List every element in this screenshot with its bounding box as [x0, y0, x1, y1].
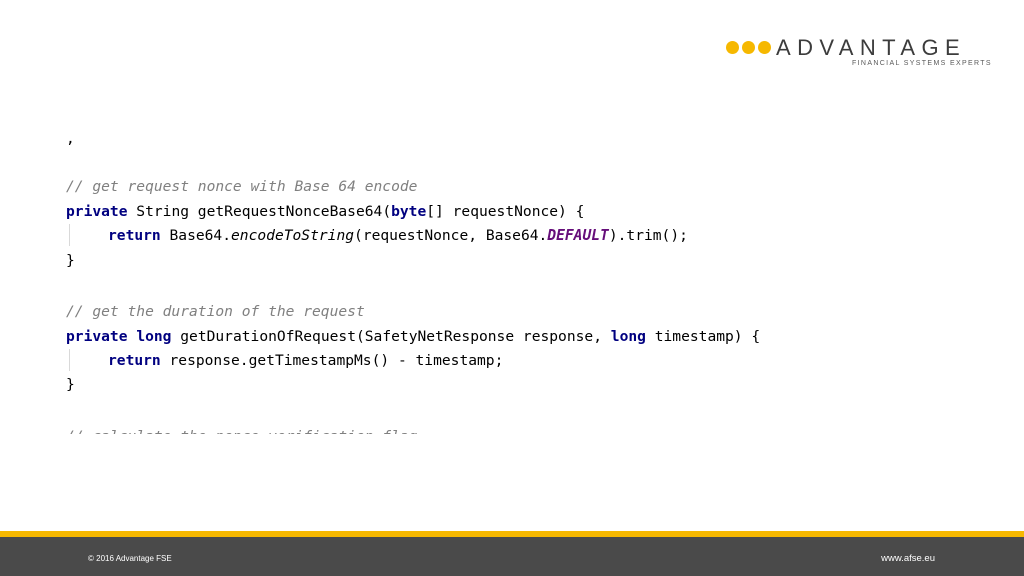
code-text: ).trim(); [608, 227, 688, 244]
indent-guide [69, 349, 70, 371]
code-comment: // calculate the nonce verification flag [66, 426, 417, 434]
code-text: Base64. [160, 227, 232, 244]
code-comment: // get the duration of the request [66, 303, 365, 320]
company-logo: ADVANTAGE FINANCIAL SYSTEMS EXPERTS [726, 35, 992, 70]
keyword: long [610, 328, 646, 345]
static-method-call: encodeToString [231, 227, 355, 244]
code-method-signature: private String getRequestNonceBase64(byt… [66, 201, 584, 223]
code-text: response.getTimestampMs() - timestamp; [160, 352, 504, 369]
code-text: [] requestNonce) { [426, 203, 585, 220]
logo-dot [758, 41, 771, 54]
logo-dot [726, 41, 739, 54]
logo-dots-icon [726, 41, 771, 55]
keyword: long [136, 328, 172, 345]
indent-guide [69, 224, 70, 246]
footer-copyright: © 2016 Advantage FSE [88, 554, 172, 563]
code-closing-brace: } [66, 252, 75, 269]
code-cut-off-line: // calculate the nonce verification flag [66, 426, 476, 434]
keyword: byte [391, 203, 427, 220]
code-closing-brace: } [66, 376, 75, 393]
code-method-signature: private long getDurationOfRequest(Safety… [66, 326, 760, 348]
static-constant: DEFAULT [547, 227, 609, 244]
logo-dot [742, 41, 755, 54]
code-text: String getRequestNonceBase64( [127, 203, 392, 220]
code-fragment-top: , [66, 130, 75, 147]
code-text: timestamp) { [645, 328, 761, 345]
keyword: return [108, 227, 161, 244]
code-method-body: return Base64.encodeToString(requestNonc… [108, 225, 688, 247]
code-snippet: , // get request nonce with Base 64 enco… [66, 128, 966, 434]
keyword: return [108, 352, 161, 369]
code-comment: // get request nonce with Base 64 encode [66, 178, 418, 195]
logo-wordmark: ADVANTAGE [776, 35, 967, 60]
code-method-body: return response.getTimestampMs() - times… [108, 350, 503, 372]
logo-tagline: FINANCIAL SYSTEMS EXPERTS [852, 60, 992, 67]
keyword: private [66, 203, 128, 220]
code-text: (requestNonce, Base64. [354, 227, 548, 244]
footer-website: www.afse.eu [881, 553, 935, 564]
code-text: getDurationOfRequest(SafetyNetResponse r… [171, 328, 611, 345]
keyword: private [66, 328, 128, 345]
